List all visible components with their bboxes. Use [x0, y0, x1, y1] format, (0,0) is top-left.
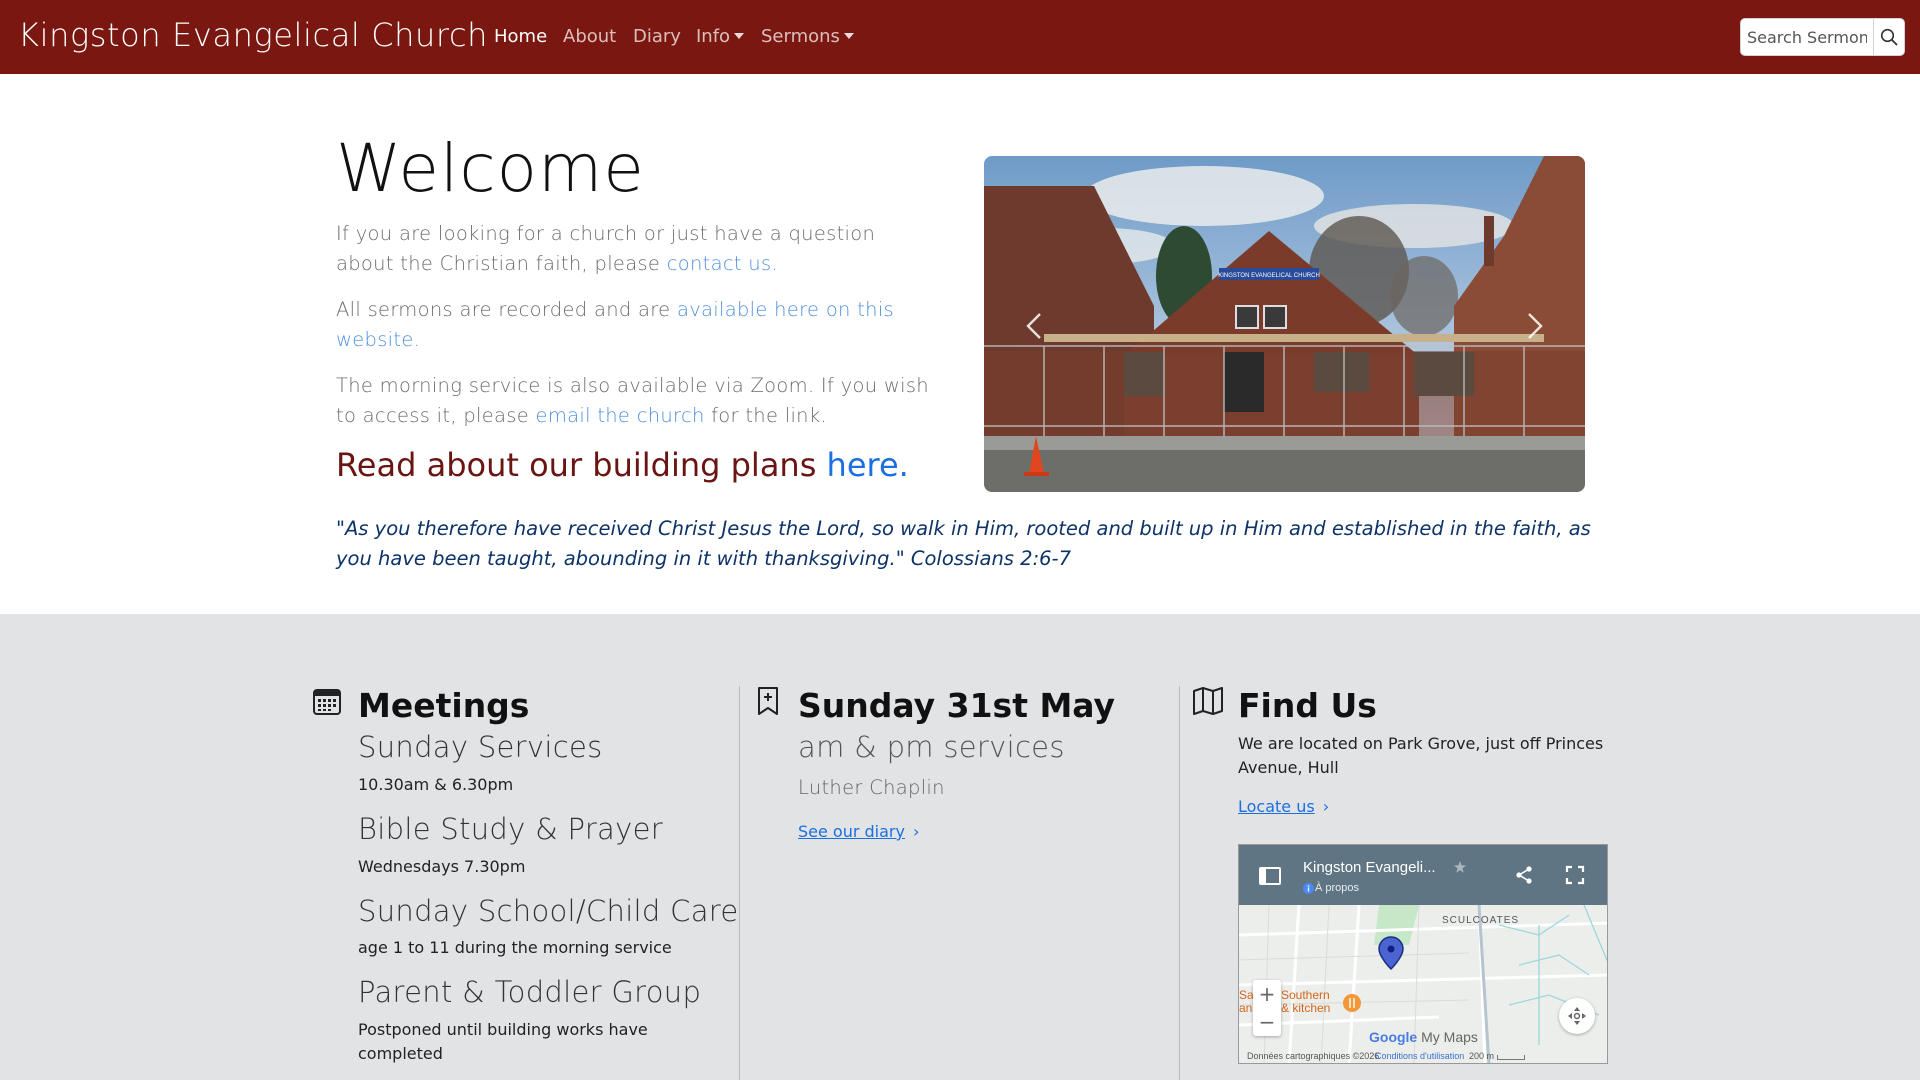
- building-plans-link[interactable]: here.: [827, 446, 909, 484]
- locate-us-label: Locate us: [1238, 797, 1315, 816]
- star-icon[interactable]: [1454, 861, 1466, 873]
- map-title: Kingston Evangeli...: [1303, 859, 1436, 876]
- carousel-next-icon[interactable]: [1519, 306, 1549, 346]
- meeting-name: Parent & Toddler Group: [358, 975, 702, 1009]
- building-plans-text: Read about our building plans: [336, 446, 827, 484]
- meeting-detail: Wednesdays 7.30pm: [358, 857, 526, 876]
- map-header: Kingston Evangeli... À propos: [1239, 845, 1607, 905]
- locate-us-link[interactable]: Locate us ›: [1238, 797, 1329, 816]
- navbar: Kingston Evangelical Church Home About D…: [0, 0, 1920, 74]
- google-my-maps-logo: Google My Maps: [1369, 1029, 1478, 1045]
- zoom-out-button[interactable]: −: [1253, 1008, 1281, 1036]
- intro-paragraph: If you are looking for a church or just …: [336, 219, 936, 279]
- my-maps-text: My Maps: [1421, 1029, 1478, 1045]
- info-icon: [1303, 883, 1314, 894]
- find-us-title: Find Us: [1238, 686, 1377, 725]
- meeting-detail: age 1 to 11 during the morning service: [358, 938, 672, 957]
- map-about-link[interactable]: À propos: [1315, 882, 1359, 894]
- meeting-name: Sunday Services: [358, 730, 603, 764]
- fullscreen-icon[interactable]: [1565, 865, 1585, 885]
- see-our-diary-link[interactable]: See our diary ›: [798, 822, 919, 841]
- meeting-detail: Postponed until building works have comp…: [358, 1020, 648, 1063]
- calendar-icon: [313, 689, 341, 715]
- map-area-label: SCULCOATES: [1442, 915, 1520, 926]
- see-our-diary-label: See our diary: [798, 822, 905, 841]
- email-church-link[interactable]: email the church: [536, 404, 705, 427]
- share-icon[interactable]: [1514, 865, 1534, 885]
- nav-sermons-label: Sermons: [761, 26, 840, 47]
- chevron-right-icon: ›: [912, 822, 920, 841]
- bookmark-icon: [758, 687, 778, 715]
- service-subtitle: am & pm services: [798, 730, 1065, 764]
- contact-us-link[interactable]: contact us.: [667, 252, 778, 275]
- nav-diary[interactable]: Diary: [633, 26, 681, 47]
- nav-info-label: Info: [696, 26, 731, 47]
- meeting-detail: 10.30am & 6.30pm: [358, 775, 514, 794]
- recenter-button[interactable]: [1559, 998, 1595, 1034]
- map-poi-label: Southern & kitchen: [1281, 989, 1330, 1015]
- column-divider: [1179, 686, 1180, 1080]
- search-form: [1740, 18, 1905, 56]
- church-building-photo: KINGSTON EVANGELICAL CHURCH: [984, 156, 1585, 492]
- caret-down-icon: [734, 32, 745, 39]
- chevron-right-icon: ›: [1322, 797, 1330, 816]
- map-poi-name-2: & kitchen: [1281, 1001, 1331, 1015]
- zoom-paragraph: The morning service is also available vi…: [336, 371, 936, 431]
- meeting-name: Bible Study & Prayer: [358, 812, 663, 846]
- sidebar-toggle-icon[interactable]: [1259, 867, 1281, 885]
- column-divider: [739, 686, 740, 1080]
- search-input[interactable]: [1740, 18, 1873, 56]
- carousel-prev-icon[interactable]: [1020, 306, 1050, 346]
- map-scale-label: 200 m: [1469, 1051, 1495, 1061]
- building-plans-heading: Read about our building plans here.: [336, 446, 909, 484]
- zoom-text-after: for the link.: [704, 404, 827, 427]
- map-poi-left-name-2: an: [1239, 1001, 1253, 1015]
- meetings-title: Meetings: [358, 686, 530, 725]
- map-scale-bar: [1497, 1055, 1525, 1060]
- map-canvas[interactable]: SCULCOATES Southern & kitchen Sar an Googl…: [1239, 904, 1607, 1063]
- nav-sermons-dropdown[interactable]: Sermons: [761, 26, 854, 47]
- nav-home[interactable]: Home: [494, 26, 547, 47]
- diary-title: Sunday 31st May: [798, 686, 1116, 725]
- nav-info-dropdown[interactable]: Info: [696, 26, 745, 47]
- sermons-paragraph: All sermons are recorded and are availab…: [336, 295, 936, 355]
- move-arrows-icon: [1568, 1007, 1586, 1025]
- embedded-map[interactable]: Kingston Evangeli... À propos SCULCOATES…: [1238, 844, 1608, 1064]
- speaker-name: Luther Chaplin: [798, 776, 945, 799]
- map-icon: [1193, 687, 1223, 715]
- church-sign-text: KINGSTON EVANGELICAL CHURCH: [1218, 273, 1320, 279]
- search-icon: [1880, 28, 1898, 46]
- location-text: We are located on Park Grove, just off P…: [1238, 734, 1604, 777]
- intro-text: If you are looking for a church or just …: [336, 222, 876, 275]
- map-poi-name: Southern: [1281, 988, 1330, 1002]
- church-photo-carousel: KINGSTON EVANGELICAL CHURCH: [984, 156, 1585, 492]
- page-title: Welcome: [336, 130, 645, 207]
- search-button[interactable]: [1873, 18, 1905, 56]
- brand-link[interactable]: Kingston Evangelical Church: [18, 16, 488, 54]
- bible-verse: "As you therefore have received Christ J…: [336, 517, 1591, 570]
- info-section: [0, 614, 1920, 1080]
- map-footer: Données cartographiques ©2026 Conditions…: [1239, 1051, 1607, 1063]
- zoom-controls: + −: [1253, 980, 1281, 1036]
- caret-down-icon: [843, 32, 854, 39]
- google-logo-text: Google: [1369, 1029, 1418, 1045]
- nav-about[interactable]: About: [563, 26, 616, 47]
- meeting-name: Sunday School/Child Care: [358, 894, 739, 928]
- sermons-text: All sermons are recorded and are: [336, 298, 677, 321]
- zoom-in-button[interactable]: +: [1253, 980, 1281, 1008]
- map-terms-link[interactable]: Conditions d'utilisation: [1375, 1051, 1464, 1061]
- map-data-credit: Données cartographiques ©2026: [1247, 1051, 1380, 1061]
